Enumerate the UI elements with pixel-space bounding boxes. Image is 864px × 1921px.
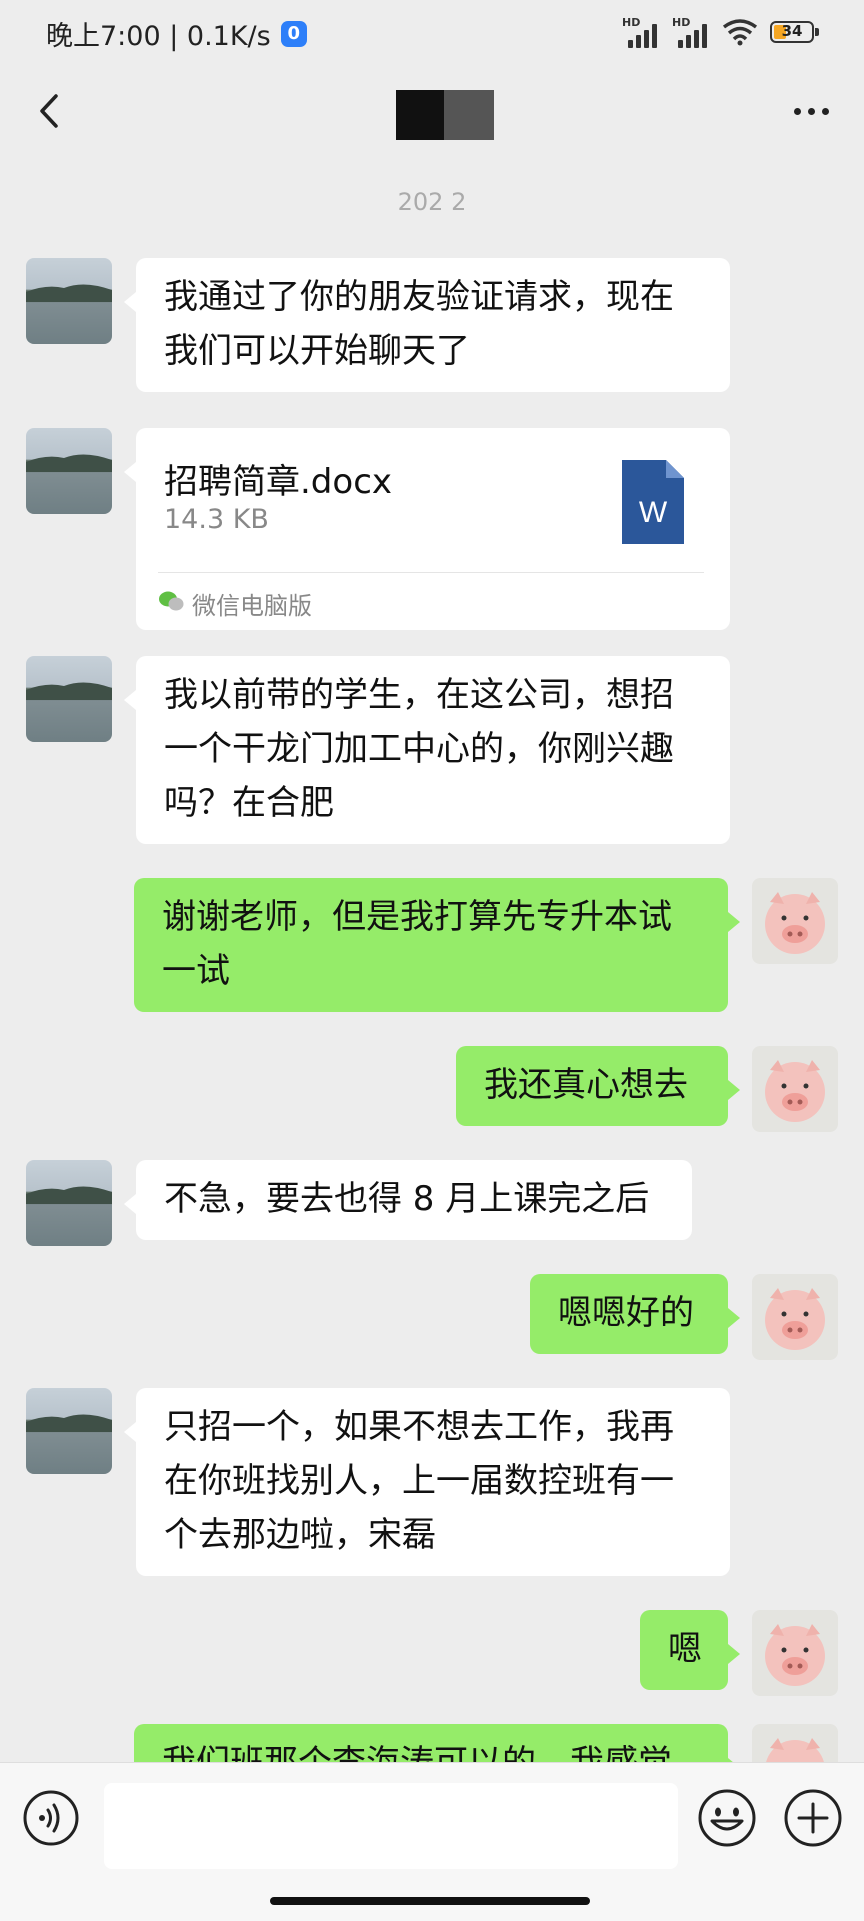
battery-level: 34: [781, 22, 803, 40]
chat-date-label: 202 2: [397, 188, 467, 216]
notification-badge-icon: 0: [280, 20, 307, 47]
status-time-text: 晚上7:00 | 0.1K/s: [46, 21, 271, 52]
redacted-block: [444, 90, 494, 140]
wechat-pc-icon: [159, 591, 184, 611]
signal-icon-sim1: HD: [622, 16, 660, 48]
word-icon-letter: W: [639, 496, 668, 529]
status-icons: HD HD 34: [622, 16, 819, 48]
more-functions-plus-icon[interactable]: [782, 1787, 844, 1849]
more-options-icon[interactable]: [786, 96, 836, 126]
file-source-label: 微信电脑版: [192, 592, 312, 620]
file-card-divider: [158, 572, 704, 573]
voice-input-icon[interactable]: [22, 1789, 80, 1847]
message-bubble-incoming[interactable]: 我以前带的学生，在这公司，想招一个干龙门加工中心的，你刚兴趣吗？在合肥: [124, 656, 730, 844]
self-avatar[interactable]: [752, 1610, 838, 1696]
message-bubble-outgoing[interactable]: 嗯嗯好的: [530, 1274, 740, 1354]
file-message-card[interactable]: 招聘简章.docx 14.3 KB W 微信电脑版: [124, 428, 730, 630]
message-bubble-outgoing[interactable]: 嗯: [640, 1610, 740, 1690]
word-document-icon: W: [622, 460, 684, 544]
contact-avatar[interactable]: [26, 258, 112, 344]
message-bubble-incoming[interactable]: 只招一个，如果不想去工作，我再在你班找别人，上一届数控班有一个去那边啦，宋磊: [124, 1388, 730, 1576]
status-time-speed: 晚上7:00 | 0.1K/s 0: [46, 14, 307, 53]
contact-avatar[interactable]: [26, 656, 112, 742]
message-bubble-outgoing[interactable]: 谢谢老师，但是我打算先专升本试一试: [134, 878, 740, 1012]
contact-avatar[interactable]: [26, 1388, 112, 1474]
chat-header: 老师: [0, 66, 864, 160]
home-indicator[interactable]: [270, 1897, 590, 1905]
message-bubble-incoming[interactable]: 我通过了你的朋友验证请求，现在我们可以开始聊天了: [124, 258, 730, 392]
file-name: 招聘简章.docx: [164, 462, 393, 502]
self-avatar[interactable]: [752, 1274, 838, 1360]
file-size: 14.3 KB: [164, 504, 269, 535]
battery-icon: 34: [770, 21, 819, 43]
self-avatar[interactable]: [752, 1046, 838, 1132]
contact-avatar[interactable]: [26, 1160, 112, 1246]
redacted-block: [396, 90, 444, 140]
emoji-icon[interactable]: [696, 1787, 758, 1849]
message-bubble-outgoing[interactable]: 我还真心想去: [456, 1046, 740, 1126]
contact-avatar[interactable]: [26, 428, 112, 514]
signal-icon-sim2: HD: [672, 16, 710, 48]
status-bar: 晚上7:00 | 0.1K/s 0 HD HD 34: [0, 0, 864, 66]
message-bubble-incoming[interactable]: 不急，要去也得 8 月上课完之后: [124, 1160, 692, 1240]
self-avatar[interactable]: [752, 878, 838, 964]
wifi-icon: [722, 19, 758, 46]
message-text-input[interactable]: [104, 1783, 678, 1869]
chat-input-bar: [0, 1762, 864, 1921]
